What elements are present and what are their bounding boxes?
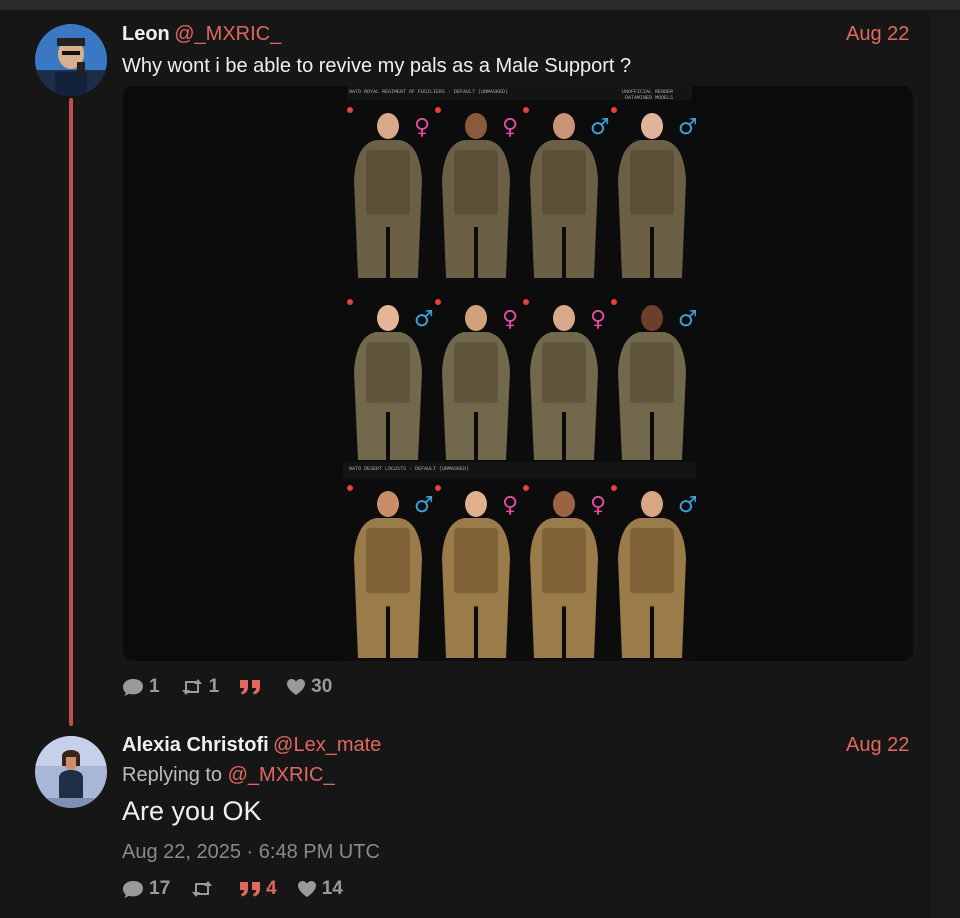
like-count: 30 xyxy=(311,676,333,697)
like-count: 14 xyxy=(321,878,343,899)
quote-button[interactable]: 4 xyxy=(239,878,277,900)
replying-label: Replying to xyxy=(122,764,223,786)
comment-icon xyxy=(123,881,143,898)
thread-connector-line xyxy=(69,98,73,726)
avatar[interactable] xyxy=(35,24,107,96)
avatar[interactable] xyxy=(35,736,107,808)
username[interactable]: @Lex_mate xyxy=(273,734,381,756)
male-symbol-icon: ♂ xyxy=(590,115,610,140)
tweet-timestamp[interactable]: Aug 22, 2025 · 6:48 PM UTC xyxy=(122,841,380,864)
tweet-date[interactable]: Aug 22 xyxy=(846,23,909,46)
replying-to-handle[interactable]: @_MXRIC_ xyxy=(228,764,335,786)
replying-to: Replying to @_MXRIC_ xyxy=(122,764,335,787)
like-button[interactable]: 30 xyxy=(286,676,332,698)
class-marker-icon xyxy=(523,107,529,113)
tweet-header: Alexia Christofi @Lex_mate xyxy=(122,734,381,757)
female-symbol-icon: ♀ xyxy=(502,493,518,518)
tweet-stats: 1 1 30 xyxy=(122,676,344,698)
quote-count: 4 xyxy=(266,878,277,899)
reply-button[interactable]: 1 xyxy=(122,676,160,698)
heart-icon xyxy=(297,881,316,897)
female-symbol-icon: ♀ xyxy=(502,115,518,140)
class-marker-icon xyxy=(435,485,441,491)
comment-icon xyxy=(123,679,143,696)
male-symbol-icon: ♂ xyxy=(678,115,696,140)
username[interactable]: @_MXRIC_ xyxy=(174,23,281,45)
tweet-stats: 17 4 14 xyxy=(122,878,355,900)
reply-count: 17 xyxy=(149,878,171,899)
male-symbol-icon: ♂ xyxy=(678,493,696,518)
tweet-text: Are you OK xyxy=(122,796,262,826)
quote-icon xyxy=(240,882,261,897)
class-marker-icon xyxy=(347,299,353,305)
class-marker-icon xyxy=(611,299,617,305)
tweet-header: Leon @_MXRIC_ xyxy=(122,23,281,46)
class-marker-icon xyxy=(347,485,353,491)
class-marker-icon xyxy=(523,485,529,491)
top-bar xyxy=(0,0,960,10)
reply-count: 1 xyxy=(149,676,160,697)
class-marker-icon xyxy=(611,107,617,113)
like-button[interactable]: 14 xyxy=(297,878,343,900)
male-symbol-icon: ♂ xyxy=(414,307,434,332)
panel3-header-left: NATO DESERT LOCUSTS · DEFAULT (UNMASKED) xyxy=(349,466,470,472)
quote-icon xyxy=(240,680,261,695)
female-symbol-icon: ♀ xyxy=(502,307,518,332)
male-symbol-icon: ♂ xyxy=(678,307,696,332)
right-gutter xyxy=(930,10,960,918)
panel-header-left: NATO ROYAL REGIMENT OF FUSILIERS · DEFAU… xyxy=(349,89,509,95)
heart-icon xyxy=(287,679,306,695)
reply-button[interactable]: 17 xyxy=(122,878,170,900)
class-marker-icon xyxy=(523,299,529,305)
class-marker-icon xyxy=(611,485,617,491)
quote-button[interactable] xyxy=(239,678,266,696)
class-marker-icon xyxy=(435,107,441,113)
soldier-comparison-image: ♀ ♀ ♂ ♂ ♂ ♀ ♀ ♂ ♂ ♀ ♀ ♂ xyxy=(343,86,696,661)
class-marker-icon xyxy=(435,299,441,305)
display-name[interactable]: Alexia Christofi xyxy=(122,734,269,756)
retweet-button[interactable]: 1 xyxy=(180,676,220,698)
female-symbol-icon: ♀ xyxy=(590,307,606,332)
tweet-text: Why wont i be able to revive my pals as … xyxy=(122,55,632,77)
retweet-icon xyxy=(192,881,213,897)
retweet-count: 1 xyxy=(208,676,220,697)
female-symbol-icon: ♀ xyxy=(414,115,430,140)
tweet-media[interactable]: ♀ ♀ ♂ ♂ ♂ ♀ ♀ ♂ ♂ ♀ ♀ ♂ NATO ROYAL REGIMENT OF FUSI… xyxy=(123,86,913,661)
tweet-date[interactable]: Aug 22 xyxy=(846,734,909,757)
female-symbol-icon: ♀ xyxy=(590,493,606,518)
class-marker-icon xyxy=(347,107,353,113)
male-symbol-icon: ♂ xyxy=(414,493,434,518)
panel-header-right: UNOFFICIAL RENDER DATAMINED MODELS xyxy=(621,89,673,101)
retweet-icon xyxy=(181,679,202,695)
display-name[interactable]: Leon xyxy=(122,23,170,45)
retweet-button[interactable] xyxy=(190,880,219,898)
